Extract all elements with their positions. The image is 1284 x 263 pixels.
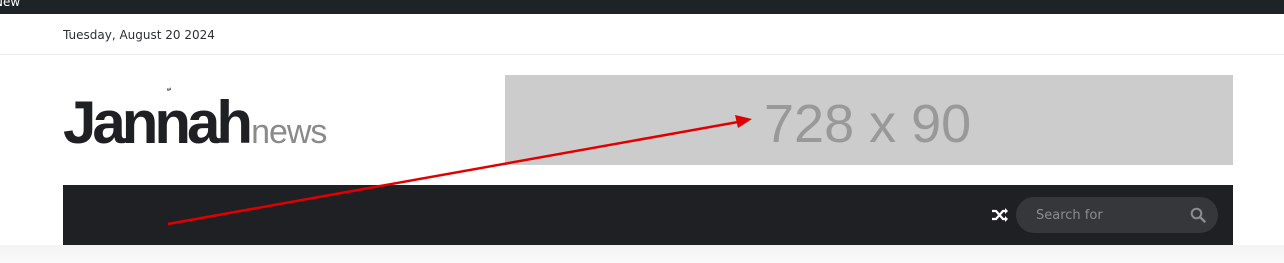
admin-bar: New	[0, 0, 1284, 14]
logo-main-text: Jannah	[63, 89, 253, 156]
search-input[interactable]	[1016, 197, 1196, 233]
main-navigation	[63, 185, 1233, 245]
logo-suffix-text: news	[251, 113, 327, 151]
search-box	[1016, 197, 1218, 233]
ad-banner[interactable]: 728 x 90	[505, 75, 1233, 165]
top-bar: Tuesday, August 20 2024	[0, 14, 1284, 55]
search-icon[interactable]	[1190, 207, 1206, 223]
site-logo[interactable]: Jannahnews ّ	[63, 93, 327, 153]
content-area-edge	[0, 245, 1284, 263]
ad-size-label: 728 x 90	[764, 94, 972, 154]
random-shuffle-icon[interactable]	[990, 205, 1010, 225]
site-header: Jannahnews ّ 728 x 90	[0, 55, 1284, 245]
admin-bar-new-link[interactable]: New	[0, 0, 20, 9]
current-date: Tuesday, August 20 2024	[63, 28, 215, 42]
